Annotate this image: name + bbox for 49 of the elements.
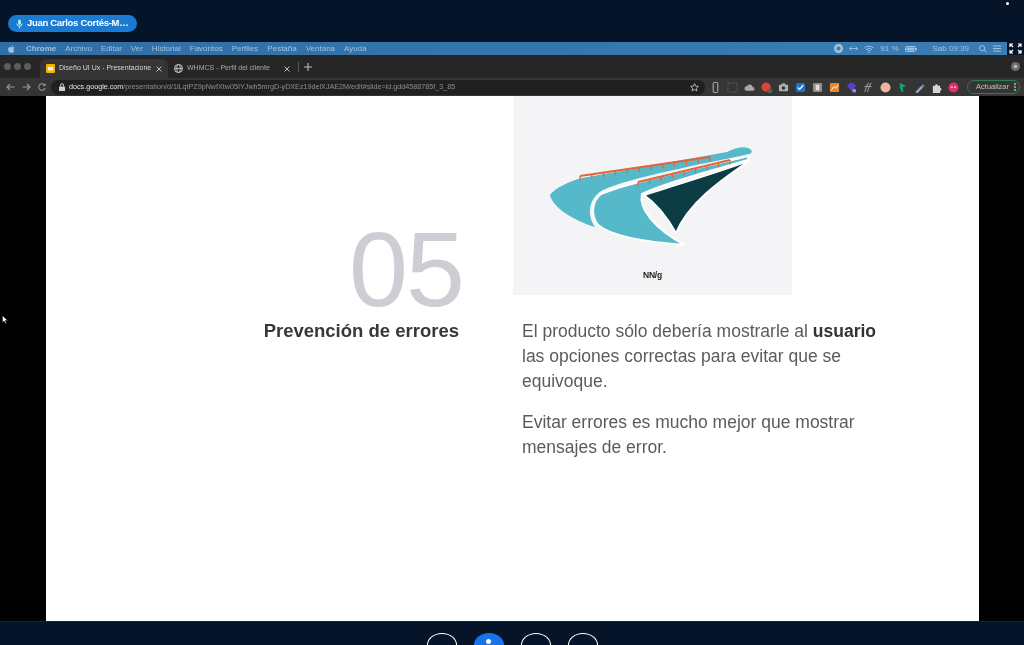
back-icon[interactable] — [6, 83, 15, 91]
close-icon[interactable] — [156, 65, 162, 72]
star-icon[interactable] — [690, 82, 699, 92]
plus-icon[interactable] — [304, 62, 312, 71]
avatar-icon[interactable] — [948, 81, 959, 93]
speaker-name: Juan Carlos Cortés-M… — [27, 16, 129, 31]
hash-icon[interactable] — [863, 81, 874, 93]
phone-icon[interactable] — [710, 81, 721, 93]
paragraph-text: El producto sólo debería mostrarle al usuario las opciones correctas para evitar que se equivoque. — [522, 320, 878, 393]
person-icon — [486, 639, 491, 644]
microphone-icon — [16, 18, 23, 29]
cloud-icon[interactable] — [744, 81, 755, 93]
forward-icon[interactable] — [22, 83, 31, 91]
menu-item[interactable]: Ventana — [305, 44, 336, 53]
slide-heading: Prevención de errores — [263, 320, 459, 343]
menu-item[interactable]: Perfiles — [231, 44, 259, 53]
lock-icon — [59, 83, 65, 91]
menu-item[interactable]: Editar — [100, 44, 122, 53]
pointer-icon — [2, 315, 8, 324]
app-menu[interactable]: Chrome — [26, 44, 57, 53]
puzzle-icon[interactable] — [931, 81, 942, 93]
fullscreen-icon[interactable] — [1007, 42, 1024, 55]
camera-icon[interactable] — [778, 81, 789, 93]
menu-item[interactable]: Ver — [130, 44, 143, 53]
reload-icon[interactable] — [38, 83, 46, 91]
dot-icon — [1006, 2, 1009, 5]
slides-icon — [46, 64, 55, 73]
disc-icon[interactable] — [1011, 62, 1020, 71]
menu-item[interactable]: Favoritos — [189, 44, 223, 53]
clock-text: Sab 09:39 — [932, 44, 969, 53]
pen-icon[interactable] — [914, 81, 925, 93]
gem-icon[interactable] — [846, 81, 857, 93]
close-icon[interactable] — [284, 65, 290, 72]
paragraph-text: Evitar errores es mucho mejor que mostrar mensajes de error. — [522, 411, 856, 459]
flag-icon[interactable] — [897, 81, 908, 93]
menu-item[interactable]: Archivo — [65, 44, 92, 53]
menu-item[interactable]: Historial — [151, 44, 181, 53]
battery-percent: 91 % — [880, 44, 899, 53]
globe-icon — [174, 64, 183, 73]
tile-icon[interactable] — [812, 81, 823, 93]
menu-item[interactable]: Ayuda — [344, 44, 367, 53]
apple-icon[interactable] — [8, 44, 15, 53]
chart-tile-icon[interactable] — [829, 81, 840, 93]
menu-item[interactable]: Pestaña — [267, 44, 297, 53]
avatar-icon[interactable] — [880, 81, 891, 93]
logo-text: NN/g — [643, 270, 662, 280]
call-control-button[interactable] — [473, 633, 504, 645]
check-tile-icon[interactable] — [795, 81, 806, 93]
badge-circle-icon[interactable] — [761, 81, 772, 93]
